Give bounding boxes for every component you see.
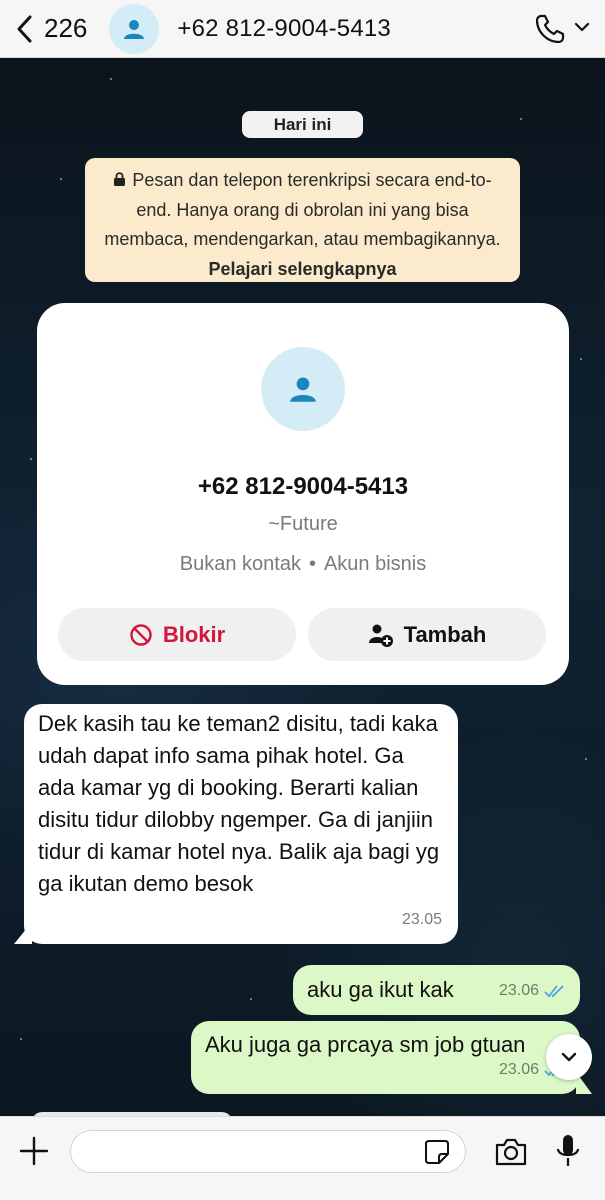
chat-title[interactable]: +62 812-9004-5413 <box>177 15 391 43</box>
scroll-to-bottom-button[interactable] <box>546 1034 592 1080</box>
business-account-label: Akun bisnis <box>323 553 427 575</box>
meta-separator: • <box>308 553 316 575</box>
add-person-icon <box>368 624 393 647</box>
back-button[interactable]: 226 <box>14 13 87 44</box>
camera-icon[interactable] <box>494 1137 528 1167</box>
message-text: Dek kasih tau ke teman2 disitu, tadi kak… <box>38 711 440 896</box>
microphone-icon[interactable] <box>556 1133 580 1169</box>
contact-info-card: +62 812-9004-5413 ~Future Bukan kontak • A… <box>37 303 569 685</box>
outgoing-message[interactable]: aku ga ikut kak 23.06 <box>293 965 580 1015</box>
outgoing-message[interactable]: Aku juga ga prcaya sm job gtuan 23.06 <box>191 1021 580 1094</box>
add-label: Tambah <box>403 621 487 647</box>
block-icon <box>130 623 152 646</box>
learn-more-link[interactable]: Pelajari selengkapnya <box>208 259 396 279</box>
encryption-text: Pesan dan telepon terenkripsi secara end… <box>104 170 501 249</box>
date-divider: Hari ini <box>242 111 363 138</box>
contact-avatar-icon <box>124 19 145 39</box>
card-status: Bukan kontak • Akun bisnis <box>37 553 569 576</box>
composer-bar <box>0 1116 605 1200</box>
read-ticks-icon <box>544 985 564 998</box>
add-contact-button[interactable]: Tambah <box>308 608 546 661</box>
chat-header: 226 +62 812-9004-5413 <box>0 0 605 58</box>
message-time: 23.06 <box>498 982 539 999</box>
message-time: 23.05 <box>401 911 442 928</box>
contact-avatar[interactable] <box>109 3 160 54</box>
plus-icon[interactable] <box>18 1135 50 1167</box>
unread-count: 226 <box>44 13 88 43</box>
card-phone-number: +62 812-9004-5413 <box>197 473 409 500</box>
card-avatar[interactable] <box>261 347 345 431</box>
contact-avatar-icon <box>290 377 316 402</box>
card-push-name: ~Future <box>268 513 338 535</box>
encryption-notice[interactable]: Pesan dan telepon terenkripsi secara end… <box>85 158 520 282</box>
sticker-icon[interactable] <box>424 1139 450 1165</box>
back-chevron-icon <box>17 15 32 42</box>
message-text: aku ga ikut kak <box>307 977 454 1002</box>
message-time: 23.06 <box>498 1061 539 1078</box>
message-input[interactable] <box>70 1130 466 1173</box>
lock-icon <box>114 172 126 186</box>
phone-call-icon[interactable] <box>533 12 567 46</box>
chevron-down-icon <box>561 1052 577 1062</box>
chevron-down-icon[interactable] <box>573 18 591 36</box>
incoming-message[interactable]: Dek kasih tau ke teman2 disitu, tadi kak… <box>24 704 458 944</box>
block-button[interactable]: Blokir <box>58 608 296 661</box>
not-contact-label: Bukan kontak <box>179 553 301 575</box>
message-meta: 23.06 <box>499 975 566 1007</box>
block-label: Blokir <box>162 621 226 647</box>
